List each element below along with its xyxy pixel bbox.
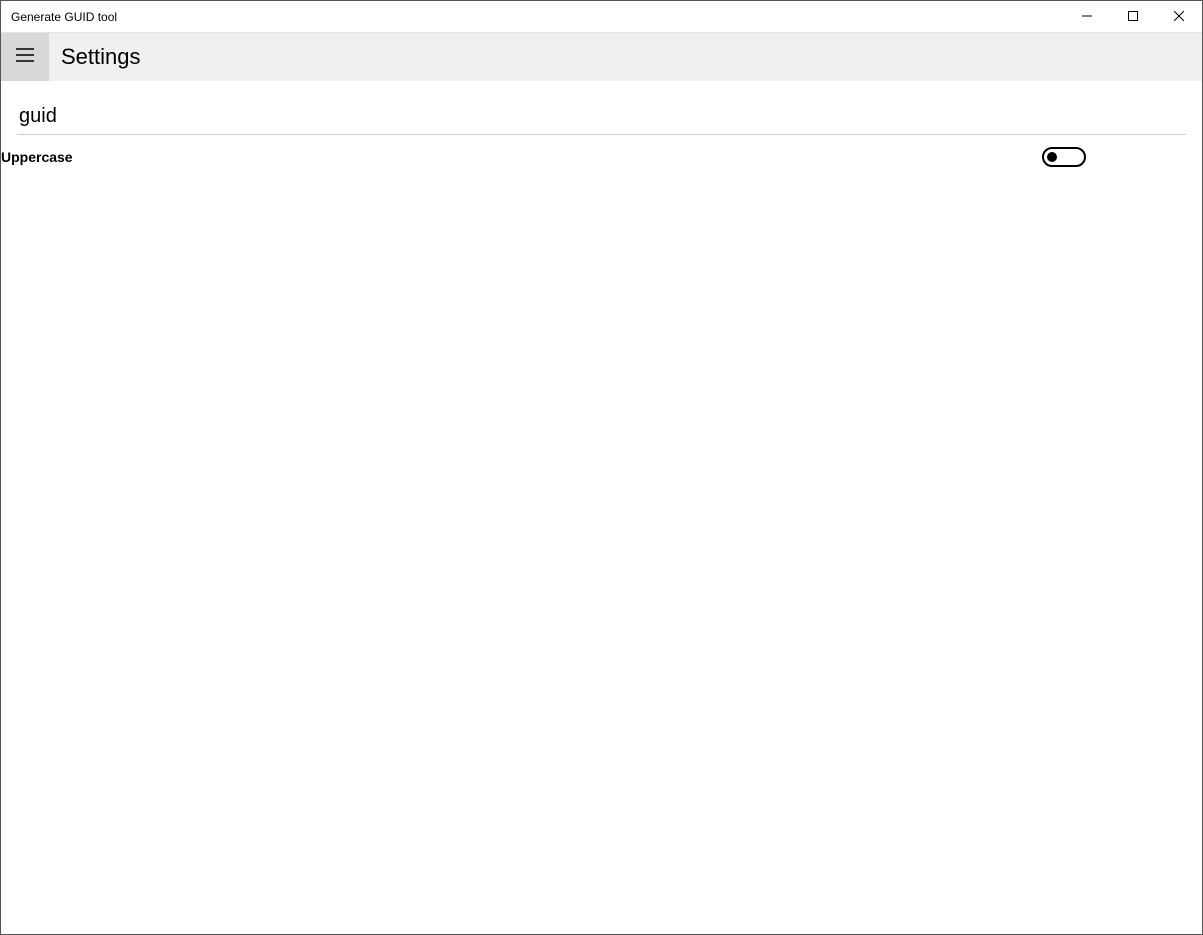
uppercase-toggle[interactable] <box>1042 147 1086 167</box>
window-title: Generate GUID tool <box>1 10 1064 24</box>
maximize-icon <box>1128 8 1138 26</box>
setting-label-uppercase: Uppercase <box>1 149 73 165</box>
hamburger-icon <box>16 48 34 67</box>
close-icon <box>1174 8 1184 26</box>
minimize-icon <box>1082 8 1092 26</box>
search-input[interactable] <box>17 99 1186 135</box>
close-button[interactable] <box>1156 1 1202 32</box>
content-area: Uppercase <box>1 81 1202 167</box>
window-titlebar: Generate GUID tool <box>1 1 1202 33</box>
page-title: Settings <box>61 44 141 70</box>
setting-row-uppercase: Uppercase <box>7 135 1086 167</box>
hamburger-button[interactable] <box>1 33 49 81</box>
minimize-button[interactable] <box>1064 1 1110 32</box>
maximize-button[interactable] <box>1110 1 1156 32</box>
app-header: Settings <box>1 33 1202 81</box>
window-controls <box>1064 1 1202 32</box>
toggle-knob <box>1047 152 1057 162</box>
